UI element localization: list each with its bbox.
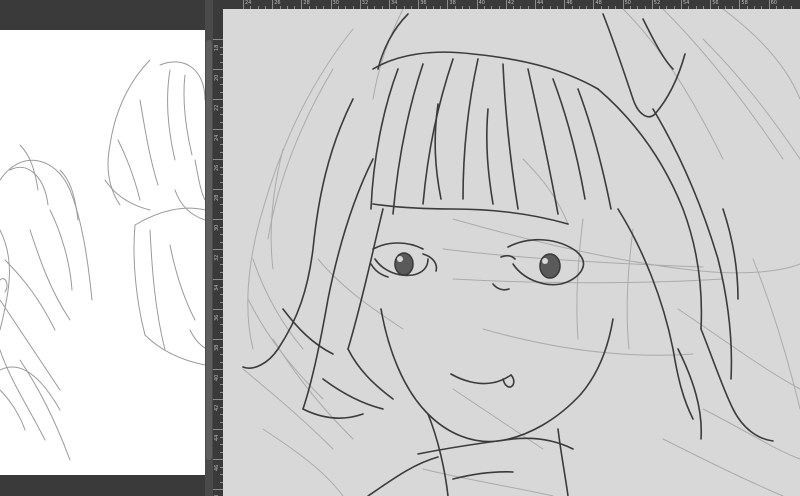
ruler-tick: [213, 159, 223, 160]
ruler-tick: [389, 0, 390, 9]
ruler-tick: [213, 369, 223, 370]
main-canvas[interactable]: [223, 9, 800, 496]
ruler-tick: [213, 249, 223, 250]
left-panel-scrollbar[interactable]: [205, 0, 213, 496]
ruler-tick: [213, 399, 223, 400]
ruler-tick: [739, 0, 741, 9]
ruler-tick: [651, 0, 653, 9]
ruler-tick: [213, 279, 223, 280]
ruler-tick: [213, 39, 223, 40]
ruler-tick: [768, 0, 770, 9]
ruler-tick: [213, 69, 223, 70]
ruler-top[interactable]: 24 26 28 30 32 34 36 38 40 42 44 46 48 50 52 54 56 58 60: [223, 0, 800, 9]
reference-sketch: [0, 59, 205, 461]
ruler-tick: [213, 339, 223, 340]
ruler-tick: [213, 129, 223, 130]
ruler-tick: [476, 0, 478, 9]
ruler-tick: [272, 0, 274, 9]
portrait-sketch: [242, 9, 800, 496]
ruler-left[interactable]: 18202224262830323436384042444648: [213, 9, 223, 496]
scrollbar-thumb[interactable]: [206, 40, 212, 460]
ruler-tick: [213, 219, 223, 220]
ruler-tick: [535, 0, 536, 9]
ruler-tick: [213, 99, 223, 100]
ruler-tick: [359, 0, 361, 9]
ruler-tick: [213, 309, 223, 310]
ruler-tick: [213, 489, 223, 490]
left-panel-statusbar: [0, 475, 205, 496]
ruler-tick: [243, 0, 244, 9]
ruler-tick: [622, 0, 624, 9]
ruler-tick: [681, 0, 682, 9]
ruler-tick: [564, 0, 566, 9]
left-panel-toolbar: [0, 0, 205, 30]
ruler-tick: [418, 0, 420, 9]
ruler-tick: [505, 0, 507, 9]
ruler-tick: [213, 459, 223, 460]
ruler-corner: [213, 0, 223, 9]
ruler-tick: [301, 0, 303, 9]
ruler-tick: [447, 0, 449, 9]
ruler-tick: [213, 189, 223, 190]
ruler-tick: [213, 429, 223, 430]
ruler-tick: [330, 0, 332, 9]
ruler-tick: [710, 0, 712, 9]
reference-canvas[interactable]: [0, 30, 205, 475]
ruler-tick: [593, 0, 595, 9]
